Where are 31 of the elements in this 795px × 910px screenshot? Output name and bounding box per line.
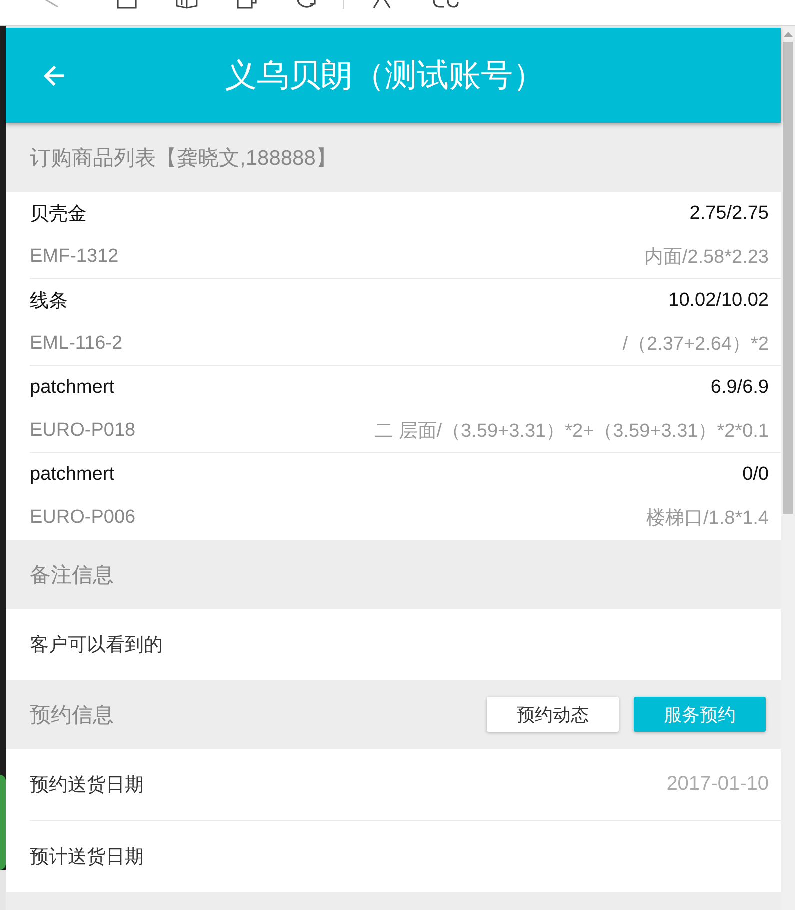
scrollbar-thumb[interactable]: [783, 42, 793, 514]
product-code: EURO-P006: [30, 507, 136, 529]
product-spec: 内面/2.58*2.23: [644, 246, 769, 270]
field-label: 预约送货日期: [30, 774, 144, 798]
product-spec: 二 层面/（3.59+3.31）*2+（3.59+3.31）*2*0.1: [374, 420, 769, 444]
field-value: 2017-01-10: [666, 773, 769, 796]
product-quantity: 0/0: [742, 464, 769, 486]
product-spec: /（2.37+2.64）*2: [622, 332, 769, 356]
product-code: EMF-1312: [30, 246, 119, 268]
refresh-icon[interactable]: [296, 0, 318, 9]
product-spec: 楼梯口/1.8*1.4: [646, 507, 769, 531]
product-name: 线条: [30, 290, 68, 314]
section-title: 预约信息: [30, 702, 115, 728]
note-text: 客户可以看到的: [30, 634, 163, 658]
link-icon[interactable]: [432, 0, 460, 9]
section-title: 订购商品列表【龚晓文,188888】: [30, 146, 337, 172]
product-code: EML-116-2: [30, 332, 123, 354]
book-icon[interactable]: [176, 0, 198, 9]
secondary-button[interactable]: 预约动态: [487, 697, 619, 732]
product-quantity: 2.75/2.75: [690, 202, 769, 224]
product-quantity: 10.02/10.02: [668, 290, 769, 312]
product-name: 贝壳金: [30, 202, 87, 226]
section-title: 备注信息: [30, 562, 114, 588]
copy-icon[interactable]: [236, 0, 258, 9]
product-name: patchmert: [30, 464, 114, 486]
reader-icon[interactable]: [372, 0, 392, 9]
page-title: 义乌贝朗（测试账号）: [224, 54, 546, 96]
field-label: 预计送货日期: [30, 846, 144, 870]
product-quantity: 6.9/6.9: [710, 376, 769, 398]
product-name: patchmert: [30, 376, 114, 398]
product-code: EURO-P018: [30, 420, 136, 442]
